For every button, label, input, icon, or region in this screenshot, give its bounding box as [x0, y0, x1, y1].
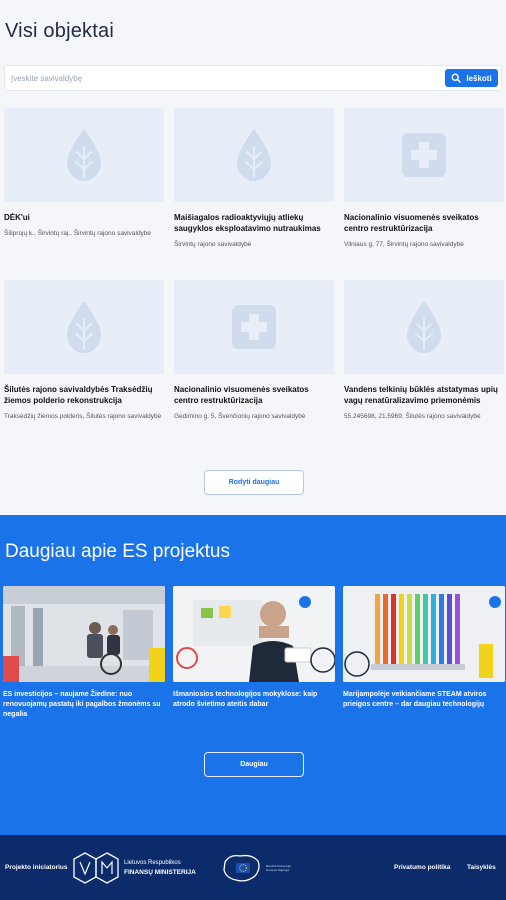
water-drop-icon: [67, 129, 101, 181]
show-more-button[interactable]: Rodyti daugiau: [204, 470, 304, 495]
object-image-placeholder: [174, 280, 334, 374]
object-title: Vandens telkinių būklės atstatymas upių …: [344, 385, 498, 405]
steam-lab-photo: [343, 586, 505, 682]
object-image-placeholder: [4, 280, 164, 374]
news-photo-rehab-center: [3, 586, 165, 682]
more-news-button[interactable]: Daugiau: [204, 752, 304, 777]
object-card[interactable]: Nacionalinio visuomenės sveikatos centro…: [344, 108, 504, 250]
search-button[interactable]: Ieškoti: [445, 69, 498, 87]
object-card[interactable]: Vandens telkinių būklės atstatymas upių …: [344, 280, 504, 422]
object-image-placeholder: [174, 108, 334, 202]
initiator-label: Projekto iniciatorius: [5, 864, 68, 871]
object-card[interactable]: DĖK'ui Šiliprojų k., Širvintų raj., Širv…: [4, 108, 164, 239]
eu-funding-logo: Bendrai finansuoja Europos Sąjunga: [222, 852, 296, 884]
news-title: Marijampolėje veikiančiame STEAM atviros…: [343, 691, 487, 708]
news-card[interactable]: Išmaniosios technologijos mokyklose: kai…: [173, 586, 335, 710]
object-image-placeholder: [344, 108, 504, 202]
section-title: Daugiau apie ES projektus: [5, 541, 230, 562]
object-card[interactable]: Maišiagalos radioaktyviųjų atliekų saugy…: [174, 108, 334, 250]
news-card[interactable]: ES investicijos – naujame Žiedine: nuo r…: [3, 586, 165, 720]
object-title: DĖK'ui: [4, 213, 30, 222]
object-title: Nacionalinio visuomenės sveikatos centro…: [344, 213, 479, 233]
object-address: Vilniaus g. 77, Širvintų rajono savivald…: [344, 241, 464, 248]
water-drop-icon: [407, 301, 441, 353]
water-drop-icon: [67, 301, 101, 353]
search-bar: Ieškoti: [4, 65, 502, 91]
object-title: Šilutės rajono savivaldybės Traksėdžių ž…: [4, 385, 153, 405]
search-button-label: Ieškoti: [466, 73, 492, 83]
news-photo-steam-center: [343, 586, 505, 682]
ministry-line1: Lietuvos Respublikos: [124, 860, 181, 866]
smart-tech-photo: [173, 586, 335, 682]
object-address: Traksėdžių žiemos polderis, Šilutės rajo…: [4, 413, 162, 420]
object-address: Gedimino g. 5, Švenčionių rajono savival…: [174, 413, 306, 420]
footer: Projekto iniciatorius Lietuvos Respublik…: [0, 835, 506, 900]
news-title: ES investicijos – naujame Žiedine: nuo r…: [3, 691, 161, 718]
eu-funding-text: Bendrai finansuoja Europos Sąjunga: [266, 864, 291, 872]
rehab-gym-photo: [3, 586, 165, 682]
lithuania-eu-map-icon: [223, 854, 260, 882]
object-address: 55.245698, 21.5969, Šilutės rajono saviv…: [344, 413, 481, 420]
news-photo-smart-tech: [173, 586, 335, 682]
rules-link[interactable]: Taisyklės: [467, 864, 496, 871]
objects-section: Visi objektai Ieškoti DĖK'ui Šiliprojų k…: [0, 0, 506, 515]
page-title: Visi objektai: [5, 20, 114, 42]
object-image-placeholder: [344, 280, 504, 374]
news-title: Išmaniosios technologijos mokyklose: kai…: [173, 691, 318, 708]
object-card[interactable]: Šilutės rajono savivaldybės Traksėdžių ž…: [4, 280, 164, 422]
news-card[interactable]: Marijampolėje veikiančiame STEAM atviros…: [343, 586, 505, 710]
medical-cross-icon: [232, 305, 276, 349]
object-address: Šiliprojų k., Širvintų raj., Širvintų ra…: [4, 230, 152, 237]
water-drop-icon: [237, 129, 271, 181]
ministry-line2: FINANSŲ MINISTERIJA: [124, 869, 196, 876]
finance-ministry-logo[interactable]: Lietuvos Respublikos FINANSŲ MINISTERIJA: [73, 852, 196, 884]
object-image-placeholder: [4, 108, 164, 202]
eu-projects-section: Daugiau apie ES projektus ES investicijo…: [0, 515, 506, 835]
object-title: Nacionalinio visuomenės sveikatos centro…: [174, 385, 309, 405]
medical-cross-icon: [402, 133, 446, 177]
search-input[interactable]: [11, 71, 431, 86]
object-card[interactable]: Nacionalinio visuomenės sveikatos centro…: [174, 280, 334, 422]
object-address: Širvintų rajono savivaldybė: [174, 241, 252, 248]
search-icon: [451, 73, 462, 83]
ministry-emblem-icon: [73, 852, 119, 884]
object-title: Maišiagalos radioaktyviųjų atliekų saugy…: [174, 213, 321, 233]
privacy-policy-link[interactable]: Privatumo politika: [394, 864, 450, 871]
